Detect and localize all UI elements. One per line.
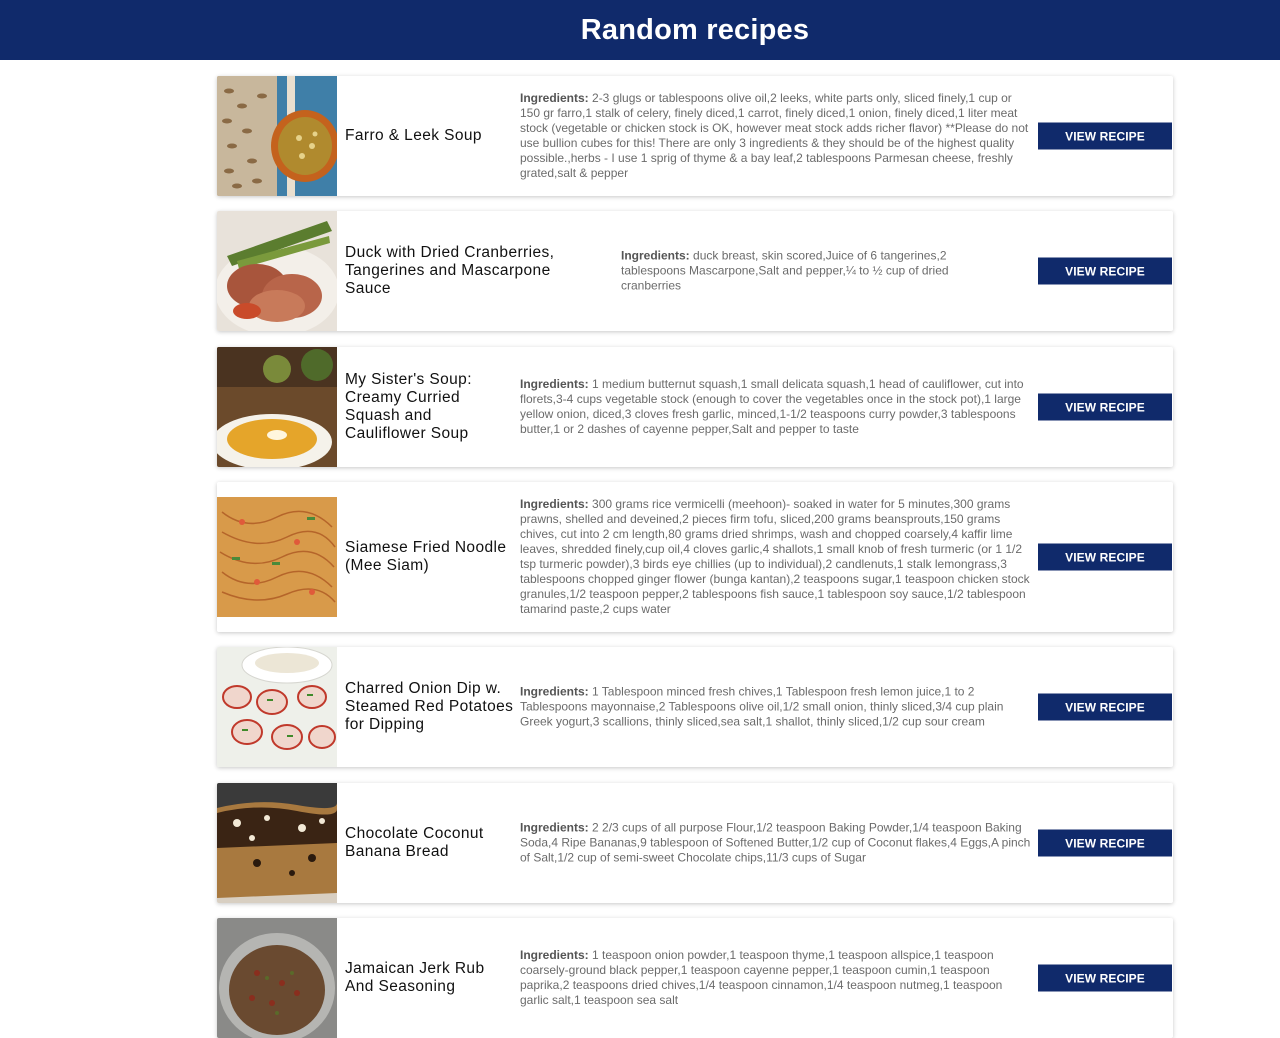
recipe-title[interactable]: Duck with Dried Cranberries, Tangerines … [345,244,575,298]
recipe-image [217,783,337,903]
ingredients-label: Ingredients: [520,684,589,699]
recipe-ingredients: Ingredients: 1 medium butternut squash,1… [520,377,1032,437]
ingredients-label: Ingredients: [621,248,690,263]
page-header: Random recipes [0,0,1280,60]
recipe-image [217,211,337,331]
ingredients-label: Ingredients: [520,497,589,511]
view-recipe-button[interactable]: VIEW RECIPE [1038,257,1172,285]
recipe-ingredients: Ingredients: 1 Tablespoon minced fresh c… [520,685,1032,730]
recipe-image [217,482,337,632]
view-recipe-button[interactable]: VIEW RECIPE [1038,829,1172,857]
ingredients-text: 2 2/3 cups of all purpose Flour,1/2 teas… [520,820,1031,865]
view-recipe-button[interactable]: VIEW RECIPE [1038,693,1172,721]
ingredients-label: Ingredients: [520,948,589,962]
recipe-image [217,347,337,467]
ingredients-label: Ingredients: [520,91,589,105]
ingredients-text: 1 Tablespoon minced fresh chives,1 Table… [520,684,1004,729]
recipe-title[interactable]: My Sister's Soup: Creamy Curried Squash … [345,371,515,443]
recipe-ingredients: Ingredients: duck breast, skin scored,Ju… [621,249,981,294]
ingredients-text: 2-3 glugs or tablespoons olive oil,2 lee… [520,91,1029,180]
ingredients-text: 1 teaspoon onion powder,1 teaspoon thyme… [520,948,1003,1007]
recipe-title[interactable]: Farro & Leek Soup [345,127,515,145]
ingredients-label: Ingredients: [520,377,589,391]
recipe-image [217,647,337,767]
recipe-card: My Sister's Soup: Creamy Curried Squash … [217,347,1173,467]
view-recipe-button[interactable]: VIEW RECIPE [1038,393,1172,421]
recipe-ingredients: Ingredients: 300 grams rice vermicelli (… [520,497,1032,617]
recipe-image [217,918,337,1038]
view-recipe-button[interactable]: VIEW RECIPE [1038,543,1172,571]
page-title: Random recipes [580,13,810,46]
recipe-card: Jamaican Jerk Rub And Seasoning Ingredie… [217,918,1173,1038]
recipe-image [217,76,337,196]
ingredients-text: 300 grams rice vermicelli (meehoon)- soa… [520,497,1030,616]
recipe-title[interactable]: Jamaican Jerk Rub And Seasoning [345,960,515,996]
recipe-card: Chocolate Coconut Banana Bread Ingredien… [217,783,1173,903]
recipe-title[interactable]: Siamese Fried Noodle (Mee Siam) [345,539,515,575]
ingredients-text: 1 medium butternut squash,1 small delica… [520,377,1024,436]
recipe-card: Charred Onion Dip w. Steamed Red Potatoe… [217,647,1173,767]
view-recipe-button[interactable]: VIEW RECIPE [1038,964,1172,992]
recipe-ingredients: Ingredients: 1 teaspoon onion powder,1 t… [520,948,1032,1008]
recipe-card: Siamese Fried Noodle (Mee Siam) Ingredie… [217,482,1173,632]
recipe-title[interactable]: Charred Onion Dip w. Steamed Red Potatoe… [345,680,515,734]
view-recipe-button[interactable]: VIEW RECIPE [1038,122,1172,150]
recipe-ingredients: Ingredients: 2 2/3 cups of all purpose F… [520,821,1032,866]
recipe-card: Duck with Dried Cranberries, Tangerines … [217,211,1173,331]
recipe-ingredients: Ingredients: 2-3 glugs or tablespoons ol… [520,91,1032,181]
recipe-card: Farro & Leek Soup Ingredients: 2-3 glugs… [217,76,1173,196]
ingredients-label: Ingredients: [520,820,589,835]
recipe-title[interactable]: Chocolate Coconut Banana Bread [345,825,515,861]
